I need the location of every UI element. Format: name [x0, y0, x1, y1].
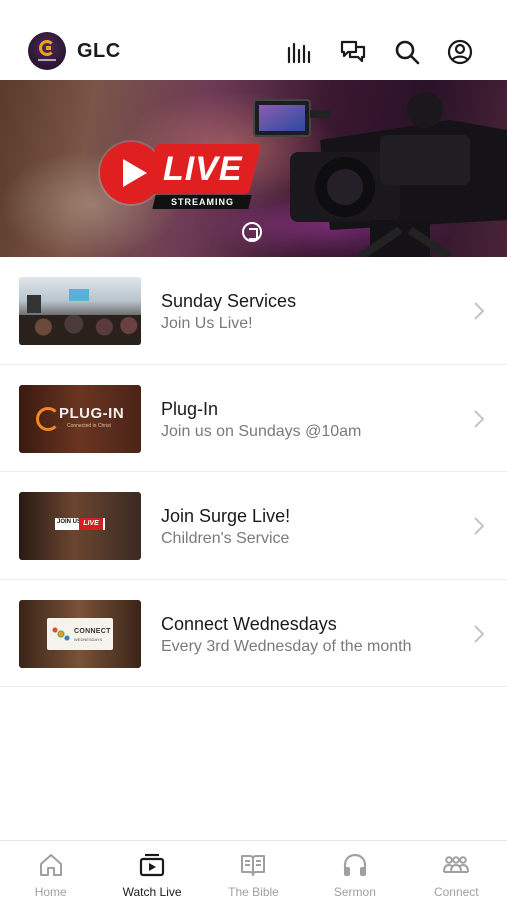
chevron-right-icon — [474, 302, 485, 320]
bottom-tab-bar: Home Watch Live The Bible Sermon Connect — [0, 840, 507, 900]
list-item-title: Sunday Services — [161, 291, 297, 311]
live-stream-banner[interactable]: LIVE STREAMING — [0, 80, 507, 257]
video-camera-icon — [253, 92, 507, 257]
plug-in-thumbnail: PLUG-IN Connected in Christ — [19, 384, 141, 453]
chat-bubbles-icon[interactable] — [339, 38, 367, 66]
list-item-plug-in[interactable]: PLUG-IN Connected in Christ Plug-In Join… — [0, 364, 507, 472]
list-item-title: Connect Wednesdays — [161, 613, 337, 634]
app-title: GLC — [77, 40, 121, 62]
home-icon — [37, 851, 65, 879]
chevron-right-icon — [474, 409, 485, 428]
profile-icon[interactable] — [446, 38, 474, 66]
list-item-subtitle: Every 3rd Wednesday of the month — [161, 637, 412, 655]
chevron-right-icon — [474, 517, 485, 535]
plug-in-logo-icon — [36, 406, 60, 431]
church-logo[interactable] — [28, 32, 66, 70]
surge-live-thumbnail: JOIN US LIVE — [19, 492, 141, 560]
list-item-sunday-services[interactable]: Sunday Services Join Us Live! — [0, 257, 507, 365]
open-book-icon — [239, 851, 267, 879]
connect-logo-icon — [51, 623, 71, 644]
logo-mark-icon — [39, 40, 55, 56]
chevron-right-icon — [474, 624, 485, 643]
church-mark-icon — [242, 222, 262, 242]
tab-connect[interactable]: Connect — [406, 841, 507, 900]
connect-wednesdays-thumbnail: CONNECT WEDNESDAYS — [19, 599, 141, 668]
streaming-label: STREAMING — [170, 197, 234, 207]
live-streaming-badge: LIVE STREAMING — [100, 140, 262, 215]
search-icon[interactable] — [393, 38, 421, 66]
live-label: LIVE — [162, 150, 243, 188]
app-header: GLC — [0, 0, 507, 80]
list-item-subtitle: Join Us Live! — [161, 315, 253, 332]
tab-home[interactable]: Home — [0, 841, 101, 900]
list-item-subtitle: Join us on Sundays @10am — [161, 422, 362, 440]
sunday-services-thumbnail — [19, 277, 141, 345]
stream-list: Sunday Services Join Us Live! PLUG-IN Co… — [0, 257, 507, 687]
list-item-title: Join Surge Live! — [161, 506, 291, 526]
play-screen-icon — [138, 851, 166, 879]
group-icon — [442, 851, 470, 879]
list-item-title: Plug-In — [161, 398, 219, 419]
list-item-join-surge-live[interactable]: JOIN US LIVE Join Surge Live! Children's… — [0, 472, 507, 580]
list-item-subtitle: Children's Service — [161, 530, 290, 547]
tab-sermon[interactable]: Sermon — [304, 841, 405, 900]
stats-bars-icon[interactable] — [285, 38, 313, 66]
tab-watch-live[interactable]: Watch Live — [101, 841, 202, 900]
tab-the-bible[interactable]: The Bible — [203, 841, 304, 900]
headphones-icon — [341, 851, 369, 879]
list-item-connect-wednesdays[interactable]: CONNECT WEDNESDAYS Connect Wednesdays Ev… — [0, 579, 507, 687]
